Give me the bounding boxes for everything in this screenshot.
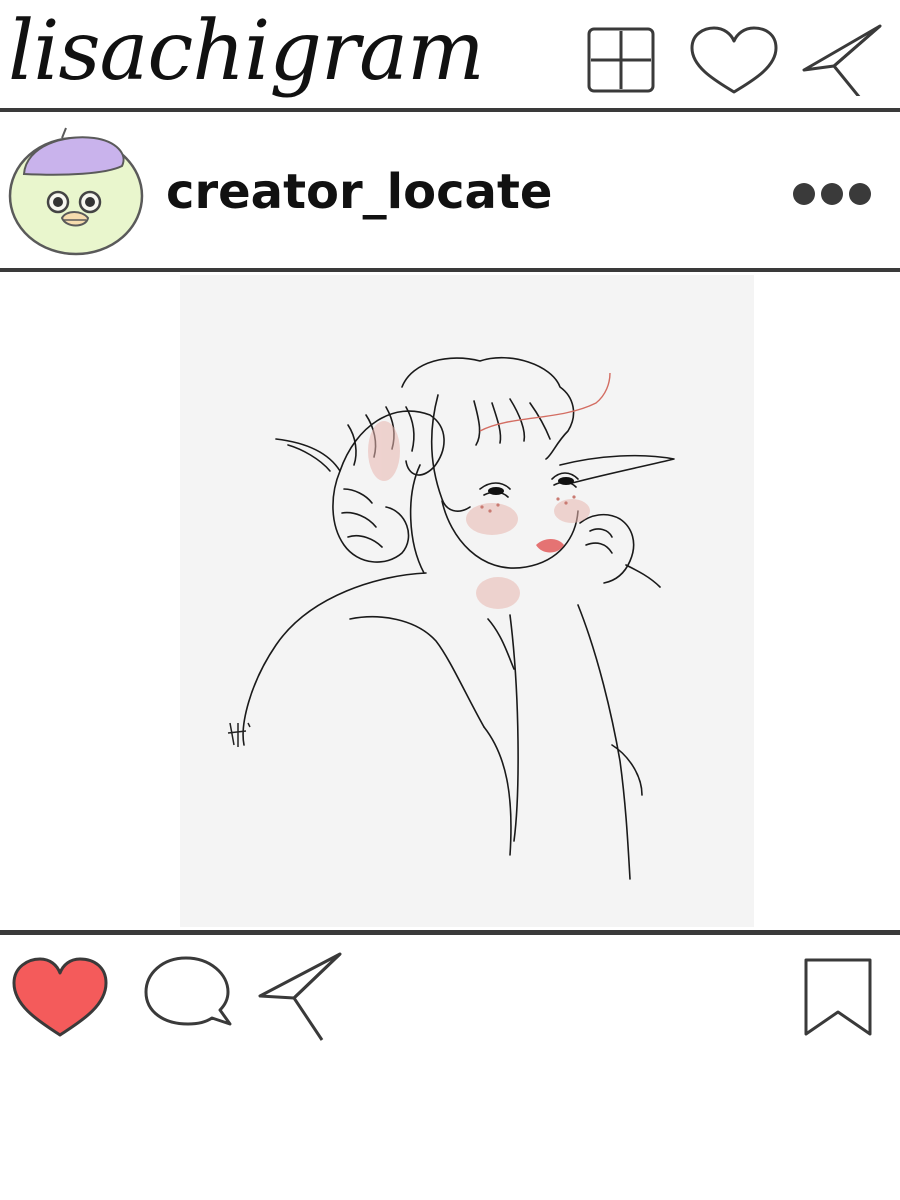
post-header: creator_locate bbox=[0, 112, 900, 268]
top-app-bar: lisachigram bbox=[0, 0, 900, 108]
post-image[interactable] bbox=[180, 275, 754, 927]
send-icon[interactable] bbox=[800, 24, 884, 96]
app-logo[interactable]: lisachigram bbox=[8, 2, 485, 102]
bookmark-icon[interactable] bbox=[800, 956, 876, 1038]
paper-plane-icon[interactable] bbox=[256, 952, 344, 1042]
post-image-divider bbox=[0, 930, 900, 935]
comment-bubble-icon[interactable] bbox=[140, 952, 236, 1036]
new-post-icon[interactable] bbox=[584, 24, 658, 96]
post-username[interactable]: creator_locate bbox=[166, 162, 552, 222]
post-header-divider bbox=[0, 268, 900, 272]
heart-icon[interactable] bbox=[688, 24, 780, 96]
like-heart-icon[interactable] bbox=[10, 955, 110, 1039]
more-options-icon[interactable] bbox=[790, 174, 874, 214]
avatar[interactable] bbox=[6, 124, 146, 256]
